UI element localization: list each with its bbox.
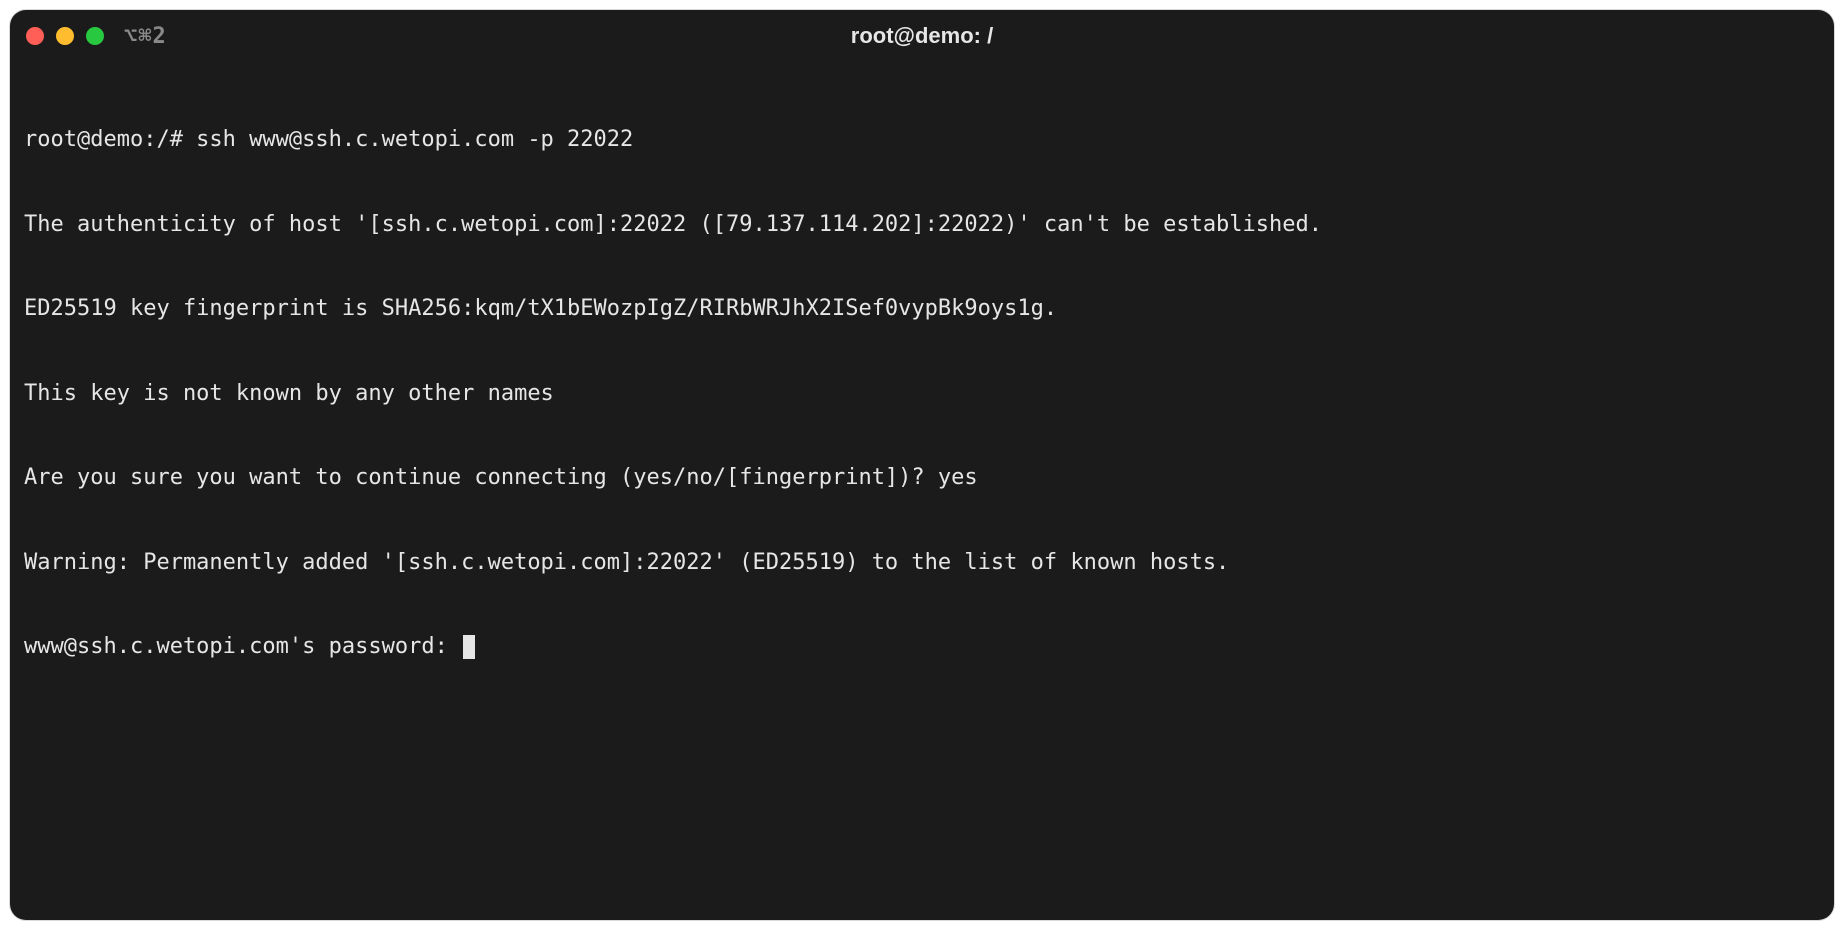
password-prompt-line: www@ssh.c.wetopi.com's password: (24, 633, 1820, 661)
minimize-icon[interactable] (56, 27, 74, 45)
terminal-line: This key is not known by any other names (24, 380, 1820, 408)
terminal-line: Are you sure you want to continue connec… (24, 464, 1820, 492)
password-prompt-text: www@ssh.c.wetopi.com's password: (24, 634, 461, 659)
fullscreen-icon[interactable] (86, 27, 104, 45)
titlebar: ⌥⌘2 root@demo: / (10, 10, 1834, 62)
close-icon[interactable] (26, 27, 44, 45)
terminal-line: root@demo:/# ssh www@ssh.c.wetopi.com -p… (24, 126, 1820, 154)
terminal-line: ED25519 key fingerprint is SHA256:kqm/tX… (24, 295, 1820, 323)
terminal-output[interactable]: root@demo:/# ssh www@ssh.c.wetopi.com -p… (10, 62, 1834, 920)
traffic-lights (26, 27, 104, 45)
terminal-line: The authenticity of host '[ssh.c.wetopi.… (24, 211, 1820, 239)
terminal-line: Warning: Permanently added '[ssh.c.wetop… (24, 549, 1820, 577)
window-title: root@demo: / (10, 23, 1834, 49)
cursor-icon (463, 635, 475, 659)
terminal-window: ⌥⌘2 root@demo: / root@demo:/# ssh www@ss… (10, 10, 1834, 920)
tab-shortcut-label: ⌥⌘2 (124, 24, 167, 49)
